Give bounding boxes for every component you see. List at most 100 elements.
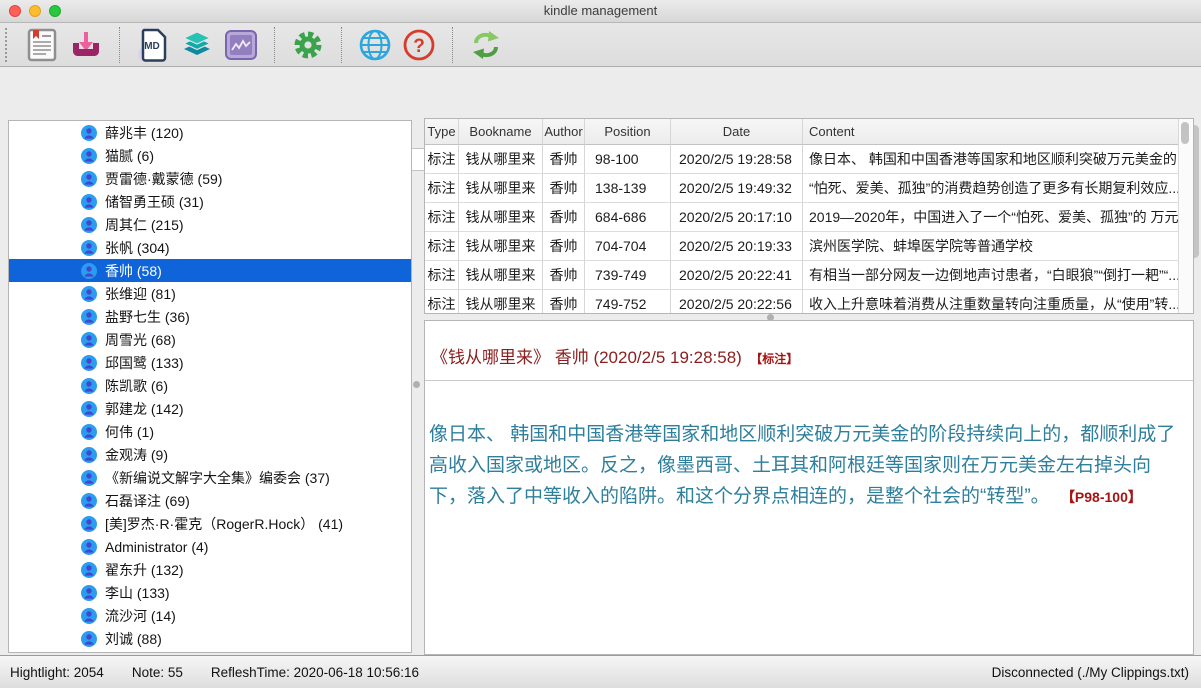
- cell-type: 标注: [425, 290, 459, 314]
- layers-icon[interactable]: [179, 26, 215, 64]
- user-avatar-icon: [81, 516, 97, 532]
- author-list-item[interactable]: 贾雷德·戴蒙德 (59): [9, 167, 411, 190]
- author-list-item[interactable]: 陈凯歌 (6): [9, 374, 411, 397]
- author-list-item[interactable]: 盐野七生 (36): [9, 305, 411, 328]
- cell-content: 像日本、 韩国和中国香港等国家和地区顺利突破万元美金的阶...: [803, 145, 1179, 174]
- user-avatar-icon: [81, 401, 97, 417]
- website-globe-icon[interactable]: [357, 26, 393, 64]
- author-list-item[interactable]: 张维迎 (81): [9, 282, 411, 305]
- table-scrollbar[interactable]: [1178, 119, 1193, 313]
- cell-bookname: 钱从哪里来: [459, 232, 543, 261]
- import-icon[interactable]: [68, 26, 104, 64]
- cell-content: 收入上升意味着消费从注重数量转向注重质量，从“使用”转...: [803, 290, 1179, 314]
- table-header-cell[interactable]: Content: [803, 119, 1179, 145]
- cell-position: 684-686: [585, 203, 671, 232]
- author-list-item[interactable]: 刘诚 (88): [9, 627, 411, 650]
- detail-title: 《钱从哪里来》 香帅 (2020/2/5 19:28:58): [431, 348, 742, 367]
- settings-gear-icon[interactable]: [290, 26, 326, 64]
- toolbar-separator: [452, 27, 453, 63]
- table-row[interactable]: 标注 钱从哪里来 香帅 704-704 2020/2/5 20:19:33 滨州…: [425, 232, 1179, 261]
- user-avatar-icon: [81, 125, 97, 141]
- author-label: [美]罗杰·R·霍克（RogerR.Hock） (41): [105, 514, 343, 534]
- help-icon[interactable]: ?: [401, 26, 437, 64]
- table-header-cell[interactable]: Type: [425, 119, 459, 145]
- author-list-item[interactable]: 薛兆丰 (120): [9, 121, 411, 144]
- user-avatar-icon: [81, 562, 97, 578]
- table-row[interactable]: 标注 钱从哪里来 香帅 138-139 2020/2/5 19:49:32 “怕…: [425, 174, 1179, 203]
- window-title: kindle management: [0, 0, 1201, 22]
- kindle-management-window: kindle management: [0, 0, 1201, 688]
- cell-type: 标注: [425, 174, 459, 203]
- toolbar-separator: [341, 27, 342, 63]
- table-row[interactable]: 标注 钱从哪里来 香帅 98-100 2020/2/5 19:28:58 像日本…: [425, 145, 1179, 174]
- author-list: 薛兆丰 (120) 猫腻 (6) 贾雷德·戴蒙德 (59): [8, 120, 412, 653]
- svg-text:?: ?: [413, 36, 425, 57]
- user-avatar-icon: [81, 608, 97, 624]
- cell-author: 香帅: [543, 145, 585, 174]
- title-bar: kindle management: [0, 0, 1201, 23]
- table-header-row: Type Bookname Author Position: [425, 119, 1179, 145]
- author-list-item[interactable]: 邱国鹭 (133): [9, 351, 411, 374]
- md-file-icon: MD: [137, 28, 169, 62]
- table-header-cell[interactable]: Bookname: [459, 119, 543, 145]
- cell-date: 2020/2/5 20:17:10: [671, 203, 803, 232]
- vertical-splitter-handle[interactable]: [413, 381, 420, 388]
- cell-content: 2019—2020年，中国进入了一个“怕死、爱美、孤独”的 万元...: [803, 203, 1179, 232]
- user-avatar-icon: [81, 217, 97, 233]
- table-row[interactable]: 标注 钱从哪里来 香帅 749-752 2020/2/5 20:22:56 收入…: [425, 290, 1179, 314]
- author-label: 香帅 (58): [105, 261, 162, 281]
- author-list-item[interactable]: 周雪光 (68): [9, 328, 411, 351]
- table-row[interactable]: 标注 钱从哪里来 香帅 739-749 2020/2/5 20:22:41 有相…: [425, 261, 1179, 290]
- author-list-item[interactable]: 《新编说文解字大全集》编委会 (37): [9, 466, 411, 489]
- cell-bookname: 钱从哪里来: [459, 290, 543, 314]
- author-label: 《新编说文解字大全集》编委会 (37): [105, 468, 330, 488]
- author-label: 金观涛 (9): [105, 445, 168, 465]
- author-list-item[interactable]: 金观涛 (9): [9, 443, 411, 466]
- author-list-item[interactable]: 何伟 (1): [9, 420, 411, 443]
- table-header-cell[interactable]: Position: [585, 119, 671, 145]
- user-avatar-icon: [81, 286, 97, 302]
- author-list-item[interactable]: 周其仁 (215): [9, 213, 411, 236]
- author-list-item[interactable]: Administrator (4): [9, 535, 411, 558]
- table-row[interactable]: 标注 钱从哪里来 香帅 684-686 2020/2/5 20:17:10 20…: [425, 203, 1179, 232]
- detail-header: 《钱从哪里来》 香帅 (2020/2/5 19:28:58) 【标注】: [425, 321, 1193, 381]
- markdown-icon[interactable]: MD: [135, 26, 171, 64]
- author-list-item[interactable]: 李山 (133): [9, 581, 411, 604]
- sync-refresh-icon[interactable]: [468, 26, 504, 64]
- cell-date: 2020/2/5 19:49:32: [671, 174, 803, 203]
- cell-content: “怕死、爱美、孤独”的消费趋势创造了更多有长期复利效应...: [803, 174, 1179, 203]
- user-avatar-icon: [81, 171, 97, 187]
- cell-bookname: 钱从哪里来: [459, 174, 543, 203]
- table-header-cell[interactable]: Author: [543, 119, 585, 145]
- user-avatar-icon: [81, 240, 97, 256]
- cell-bookname: 钱从哪里来: [459, 203, 543, 232]
- cell-position: 749-752: [585, 290, 671, 314]
- cell-type: 标注: [425, 261, 459, 290]
- author-label: 贾雷德·戴蒙德 (59): [105, 169, 222, 189]
- author-label: 周雪光 (68): [105, 330, 176, 350]
- clipping-detail-pane: 《钱从哪里来》 香帅 (2020/2/5 19:28:58) 【标注】 像日本、…: [424, 320, 1194, 655]
- table-scrollbar-thumb[interactable]: [1181, 122, 1189, 144]
- author-list-item[interactable]: 香帅 (58): [9, 259, 411, 282]
- toolbar-drag-handle: [5, 28, 7, 62]
- author-label: Administrator (4): [105, 539, 208, 555]
- detail-type-tag: 【标注】: [750, 352, 798, 366]
- stacked-layers-icon: [181, 30, 213, 60]
- author-list-item[interactable]: [美]罗杰·R·霍克（RogerR.Hock） (41): [9, 512, 411, 535]
- statistics-icon[interactable]: [223, 26, 259, 64]
- user-avatar-icon: [81, 148, 97, 164]
- author-list-item[interactable]: 翟东升 (132): [9, 558, 411, 581]
- notes-icon[interactable]: [24, 26, 60, 64]
- clippings-table: Type Bookname Author Position: [424, 118, 1194, 314]
- author-list-item[interactable]: 石磊译注 (69): [9, 489, 411, 512]
- author-list-item[interactable]: 猫腻 (6): [9, 144, 411, 167]
- author-list-item[interactable]: 储智勇王硕 (31): [9, 190, 411, 213]
- author-list-item[interactable]: 张帆 (304): [9, 236, 411, 259]
- table-header-cell[interactable]: Date: [671, 119, 803, 145]
- cell-position: 98-100: [585, 145, 671, 174]
- author-list-item[interactable]: 郭建龙 (142): [9, 397, 411, 420]
- author-list-item[interactable]: 流沙河 (14): [9, 604, 411, 627]
- chart-screen-icon: [225, 30, 257, 60]
- author-label: 储智勇王硕 (31): [105, 192, 204, 212]
- download-tray-icon: [70, 29, 102, 61]
